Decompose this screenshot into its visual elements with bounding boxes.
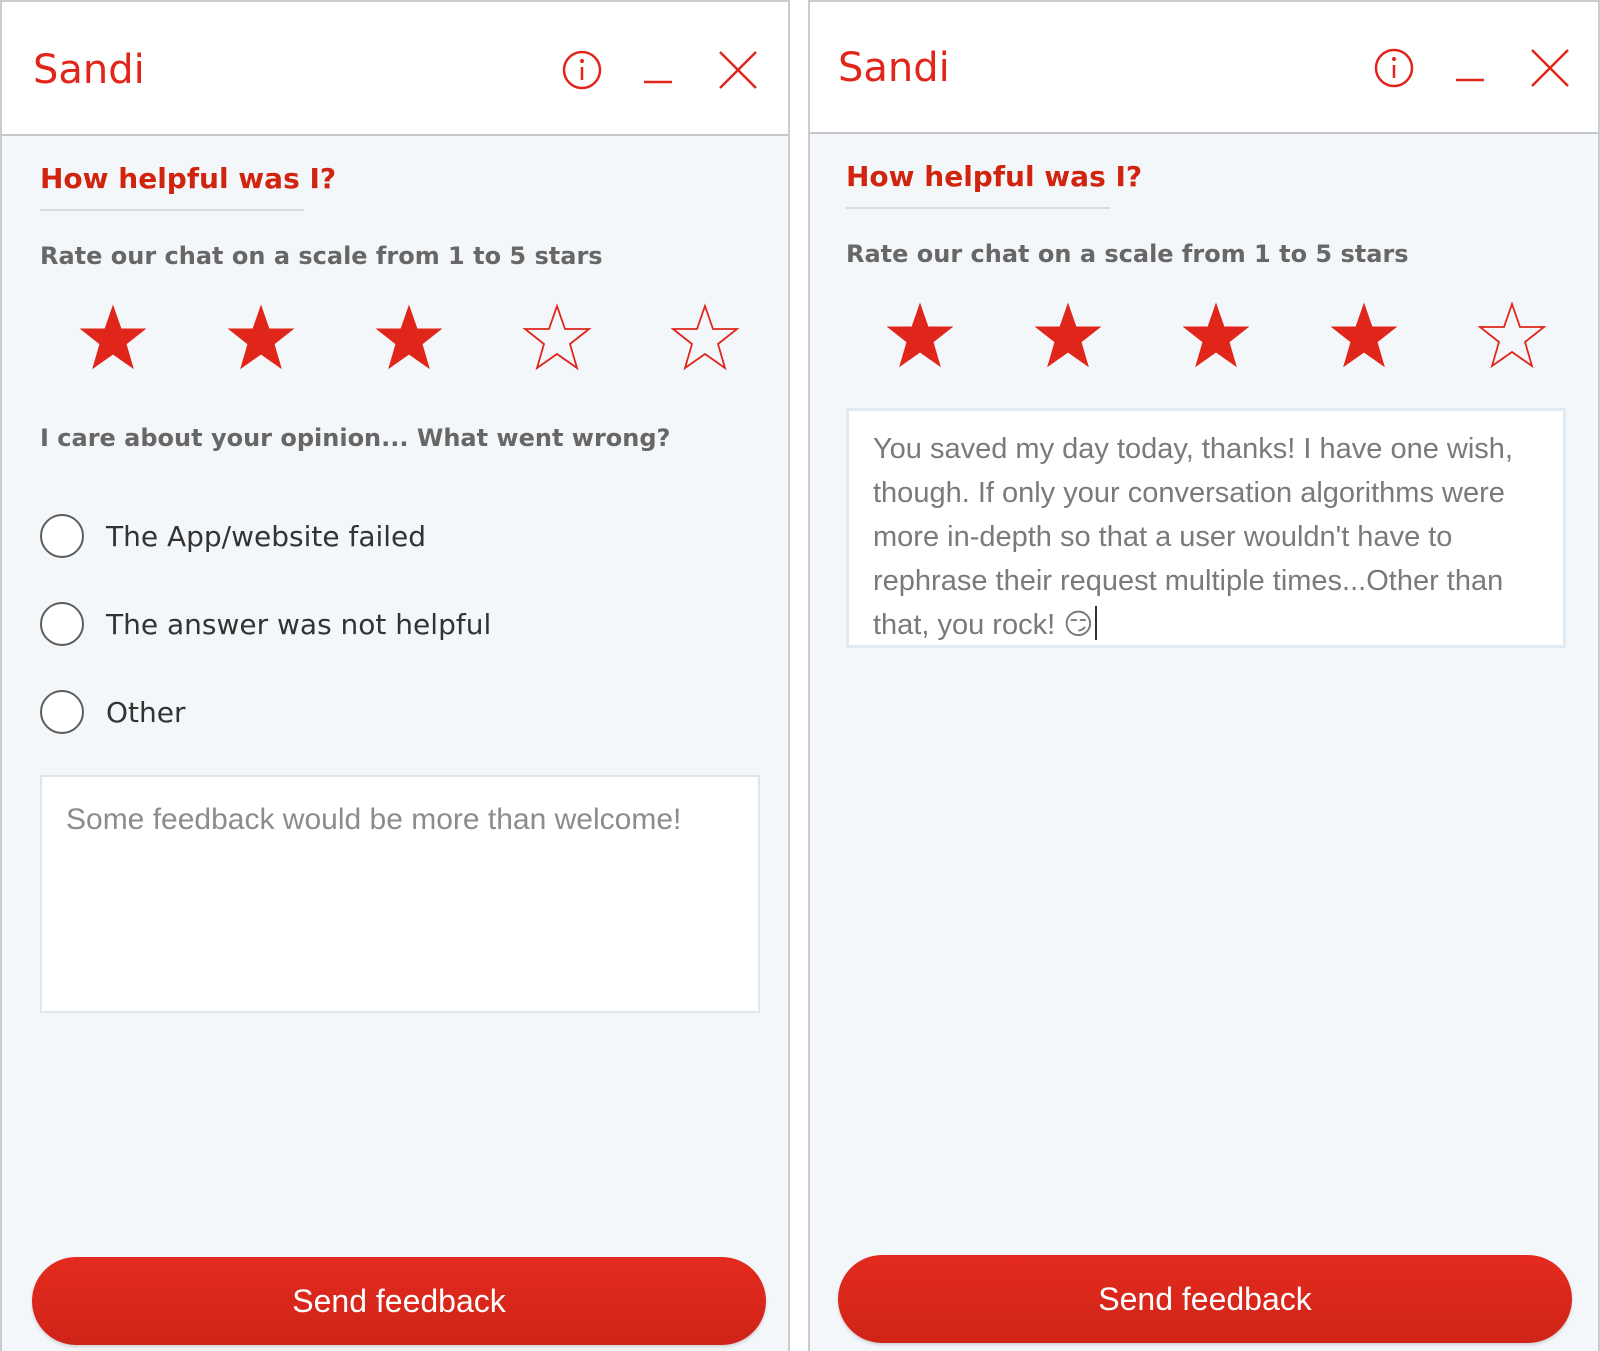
star-rating xyxy=(884,300,1574,372)
app-title: Sandi xyxy=(838,45,950,91)
star-icon xyxy=(670,303,740,371)
send-feedback-button[interactable]: Send feedback xyxy=(838,1255,1572,1343)
info-icon xyxy=(1374,48,1414,88)
star-icon xyxy=(886,302,954,368)
star-1[interactable] xyxy=(77,302,149,374)
star-icon xyxy=(522,303,592,371)
feedback-textarea[interactable] xyxy=(40,775,760,1013)
info-icon xyxy=(562,50,602,90)
star-icon xyxy=(375,304,443,370)
star-2[interactable] xyxy=(1032,300,1104,372)
chat-header: Sandi xyxy=(810,2,1598,134)
feedback-panel-left: Sandi How helpful was I? Rate our chat o… xyxy=(0,0,790,1351)
feedback-panel-right: Sandi How helpful was I? Rate our chat o… xyxy=(808,0,1600,1351)
section-title: How helpful was I? xyxy=(40,162,336,211)
star-icon xyxy=(1330,302,1398,368)
star-4[interactable] xyxy=(521,302,593,374)
star-icon xyxy=(1034,302,1102,368)
star-icon xyxy=(79,304,147,370)
option-app-failed[interactable]: The App/website failed xyxy=(40,510,491,562)
feedback-question: I care about your opinion... What went w… xyxy=(40,424,671,452)
star-2[interactable] xyxy=(225,302,297,374)
send-feedback-button[interactable]: Send feedback xyxy=(32,1257,766,1345)
star-5[interactable] xyxy=(669,302,741,374)
option-not-helpful[interactable]: The answer was not helpful xyxy=(40,598,491,650)
option-other[interactable]: Other xyxy=(40,686,491,738)
radio-button[interactable] xyxy=(40,602,84,646)
close-icon xyxy=(719,51,757,89)
minimize-icon xyxy=(644,80,672,84)
star-5[interactable] xyxy=(1476,300,1548,372)
star-3[interactable] xyxy=(373,302,445,374)
rating-instructions: Rate our chat on a scale from 1 to 5 sta… xyxy=(846,240,1409,268)
feedback-textarea[interactable]: You saved my day today, thanks! I have o… xyxy=(846,408,1566,648)
star-4[interactable] xyxy=(1328,300,1400,372)
star-rating xyxy=(77,302,767,374)
option-label: The answer was not helpful xyxy=(106,607,492,641)
minimize-button[interactable] xyxy=(634,46,682,94)
radio-button[interactable] xyxy=(40,514,84,558)
close-button[interactable] xyxy=(714,46,762,94)
star-icon xyxy=(227,304,295,370)
app-title: Sandi xyxy=(33,47,145,93)
close-icon xyxy=(1531,49,1569,87)
chat-header: Sandi xyxy=(2,2,788,136)
info-button[interactable] xyxy=(558,46,606,94)
option-label: The App/website failed xyxy=(106,519,427,553)
minimize-icon xyxy=(1456,78,1484,82)
feedback-text: You saved my day today, thanks! I have o… xyxy=(873,433,1513,641)
section-title: How helpful was I? xyxy=(846,160,1142,209)
option-label: Other xyxy=(106,695,186,729)
close-button[interactable] xyxy=(1526,44,1574,92)
star-icon xyxy=(1477,301,1547,369)
star-3[interactable] xyxy=(1180,300,1252,372)
info-button[interactable] xyxy=(1370,44,1418,92)
reason-options: The App/website failed The answer was no… xyxy=(40,510,491,774)
star-icon xyxy=(1182,302,1250,368)
text-caret xyxy=(1095,606,1098,640)
radio-button[interactable] xyxy=(40,690,84,734)
rating-instructions: Rate our chat on a scale from 1 to 5 sta… xyxy=(40,242,603,270)
minimize-button[interactable] xyxy=(1446,44,1494,92)
star-1[interactable] xyxy=(884,300,956,372)
